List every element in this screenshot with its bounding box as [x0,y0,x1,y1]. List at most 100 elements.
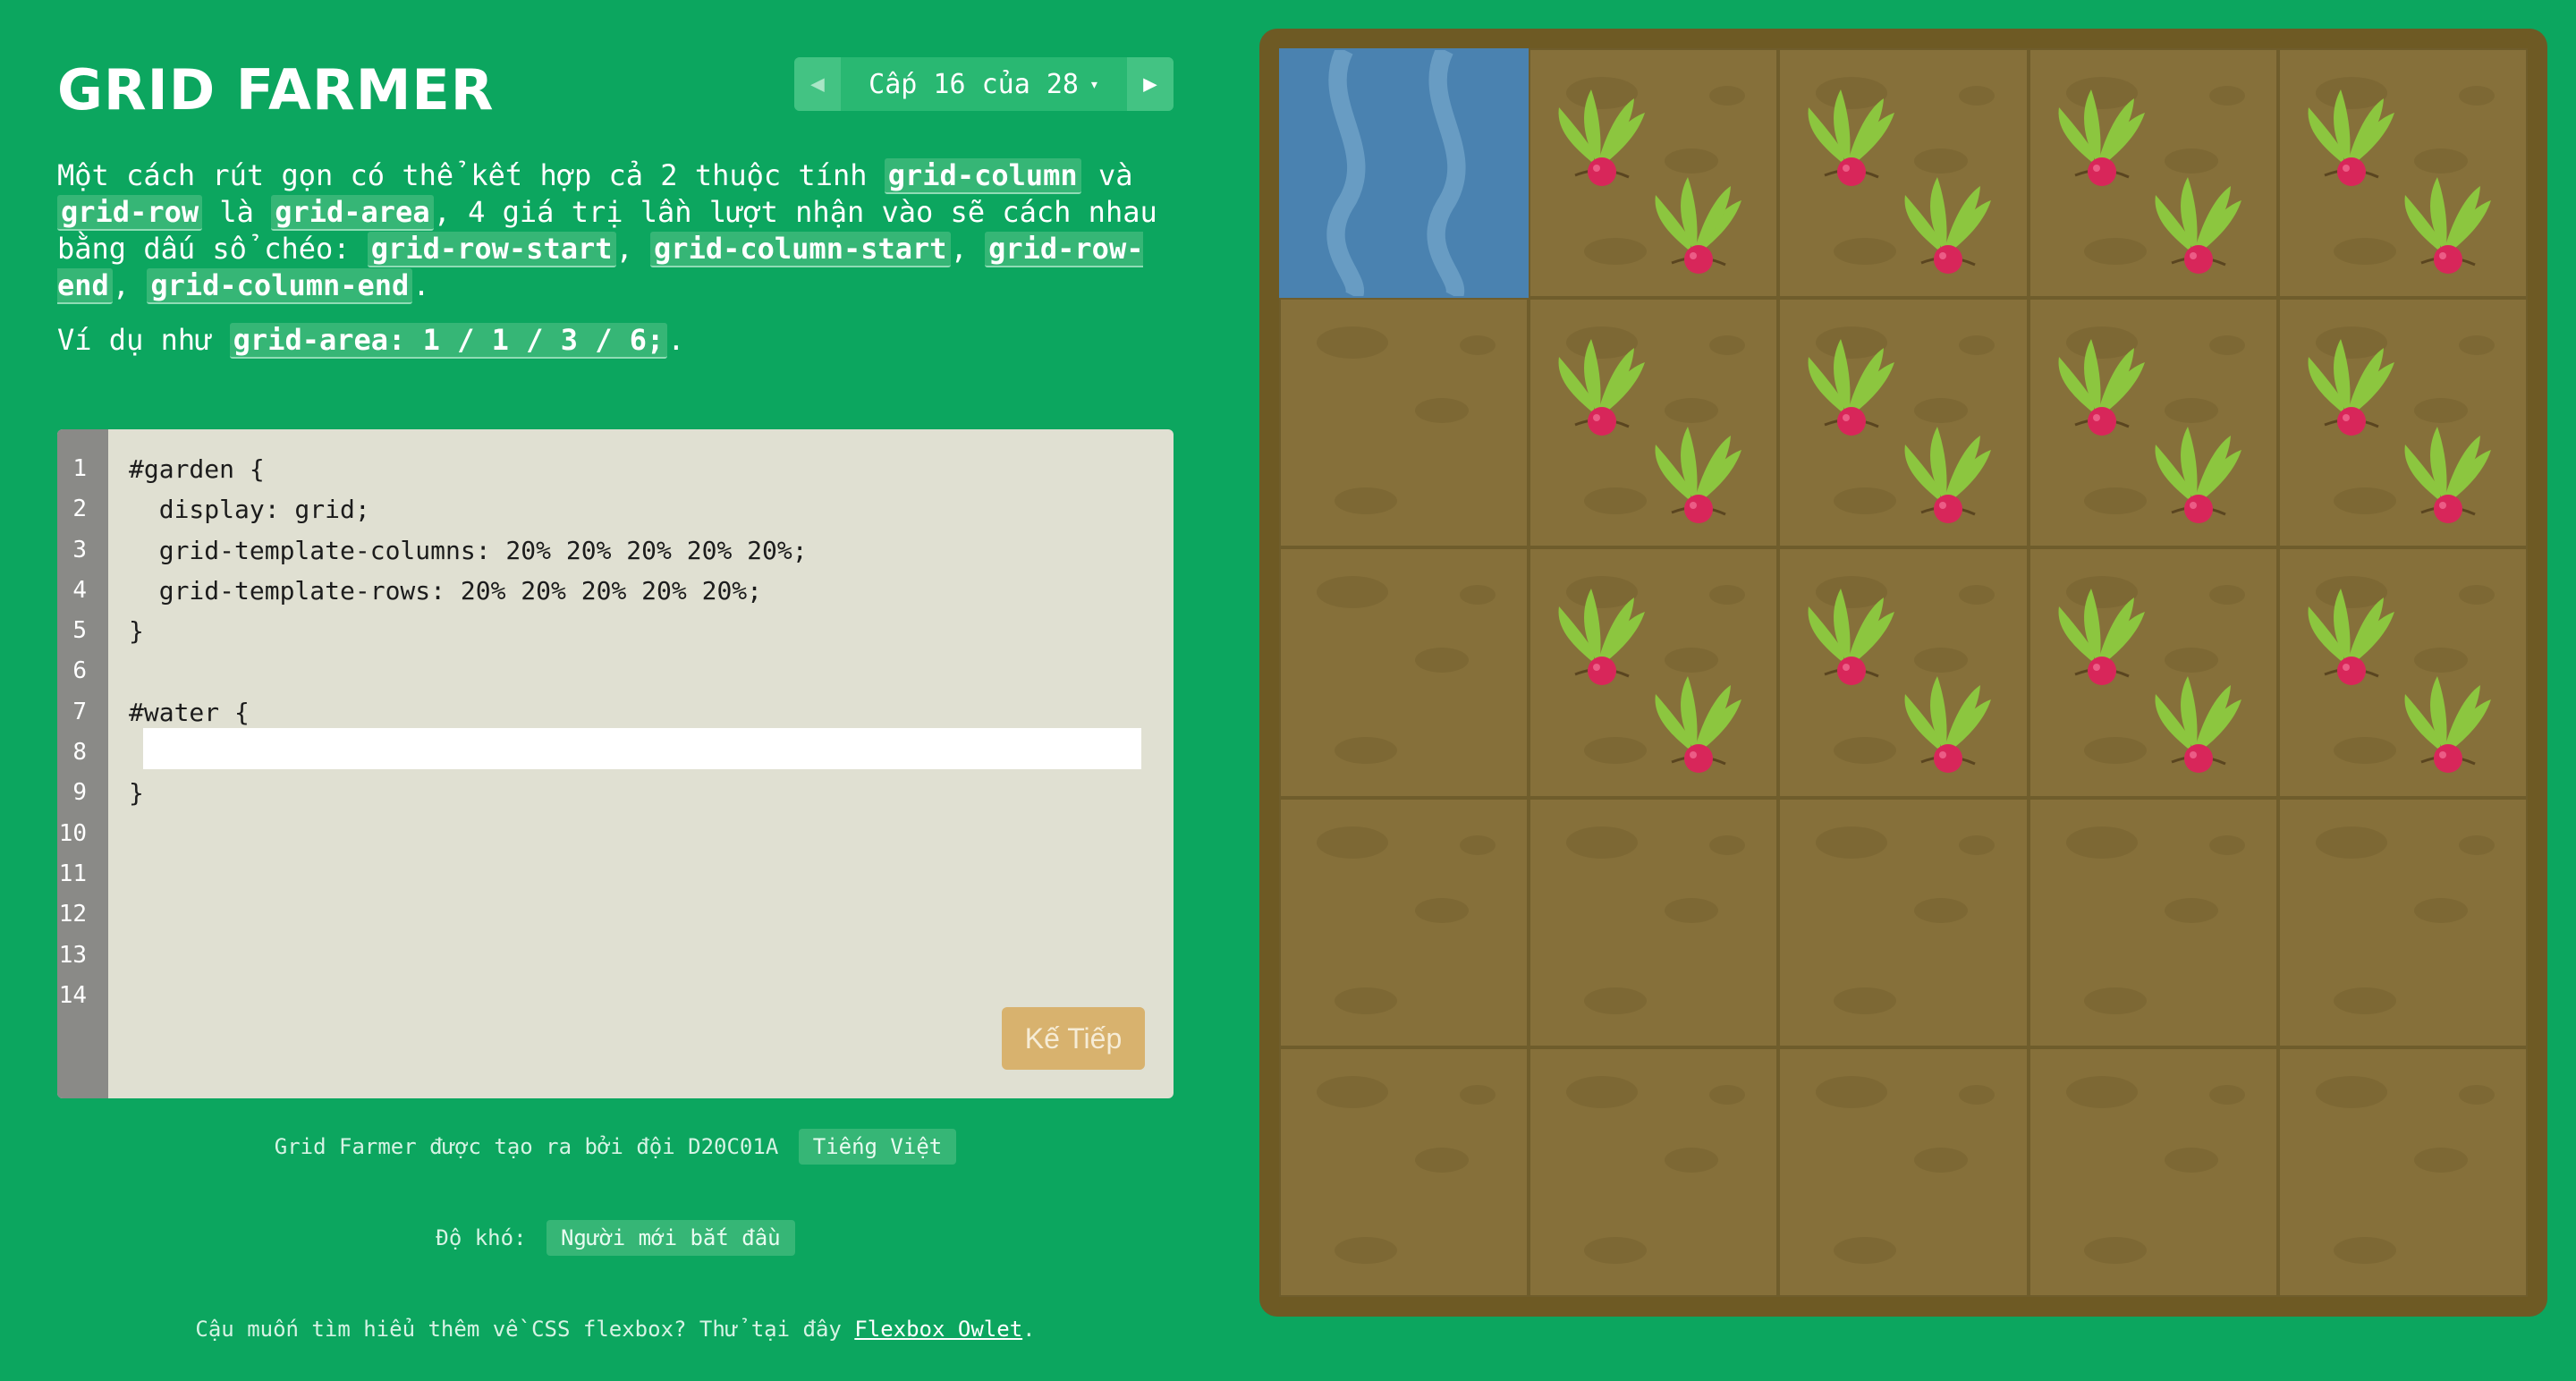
triangle-left-icon: ◀ [810,71,825,97]
soil-pebble [2208,585,2245,606]
soil-pebble [1834,1236,1897,1264]
radish-icon [2136,156,2261,281]
soil-pebble [2458,585,2495,606]
garden-cell [1529,48,1779,299]
code-grid-row-start: grid-row-start [367,232,616,267]
line-number: 1 [72,455,87,482]
soil-pebble [1816,826,1888,859]
garden-cell [1778,48,2029,299]
radish-icon [1885,655,2011,780]
soil-pebble [1317,576,1388,609]
code-line: } [129,616,144,647]
garden-cell [2028,298,2278,548]
garden-cell [1529,797,1779,1047]
soil-pebble [1709,835,1746,855]
soil-pebble [1665,1147,1719,1173]
soil-pebble [1415,398,1469,424]
level-navigation: ◀ Cấp 16 của 28 ▾ ▶ [794,57,1174,111]
soil-pebble [1709,86,1746,106]
soil-pebble [1317,1075,1388,1108]
garden-cell [1529,298,1779,548]
line-number-gutter: 1 2 3 4 5 6 7 8 9 10 11 12 13 14 [57,429,108,1098]
garden-cell [2277,298,2528,548]
soil-pebble [1415,648,1469,674]
code-example: grid-area: 1 / 1 / 3 / 6; [229,323,668,359]
soil-pebble [2315,826,2387,859]
soil-pebble [1566,1075,1639,1108]
soil-pebble [1415,1147,1469,1173]
line-number: 8 [72,739,87,767]
soil-pebble [1665,897,1719,923]
soil-pebble [2083,1236,2147,1264]
line-number: 14 [58,981,87,1009]
difficulty-badge[interactable]: Người mới bắt đầu [546,1220,795,1256]
garden-cell [2028,48,2278,299]
flexbox-text: Cậu muốn tìm hiểu thêm về CSS flexbox? T… [195,1317,855,1342]
radish-icon [1636,405,1761,530]
instructions-paragraph-2: Ví dụ như grid-area: 1 / 1 / 3 / 6;. [57,323,685,359]
soil-pebble [1460,585,1496,606]
soil-pebble [1335,987,1397,1014]
line-number: 5 [72,617,87,645]
line-number: 13 [58,941,87,969]
prev-level-button[interactable]: ◀ [794,57,841,111]
water-cell [1279,48,1530,299]
garden-board [1259,29,2547,1317]
level-selector[interactable]: Cấp 16 của 28 ▾ [841,57,1127,111]
soil-pebble [2413,1147,2468,1173]
code-line: grid-template-columns: 20% 20% 20% 20% 2… [129,535,808,565]
garden-cell [2028,1046,2278,1297]
caret-down-icon: ▾ [1089,74,1099,94]
triangle-right-icon: ▶ [1143,71,1157,97]
code-grid-row: grid-row [57,195,203,231]
soil-pebble [2208,835,2245,855]
line-number: 3 [72,536,87,563]
radish-icon [2385,655,2511,780]
garden-cell [1529,1046,1779,1297]
next-level-button[interactable]: ▶ [1127,57,1174,111]
soil-pebble [2458,335,2495,356]
soil-pebble [1335,737,1397,765]
garden-cell [2277,1046,2528,1297]
css-input[interactable] [143,728,1141,769]
code-line: #water { [129,697,250,727]
soil-pebble [2208,335,2245,356]
soil-pebble [1959,835,1996,855]
code-line: #garden { [129,454,265,484]
soil-pebble [1460,335,1496,356]
soil-pebble [2333,987,2396,1014]
radish-icon [1885,405,2011,530]
soil-pebble [2164,897,2218,923]
garden-cell [1778,797,2029,1047]
soil-pebble [2315,1075,2387,1108]
soil-pebble [2458,835,2495,855]
level-label: Cấp 16 của 28 [869,68,1079,100]
soil-pebble [1460,835,1496,855]
radish-icon [1636,156,1761,281]
flexbox-promo: Cậu muốn tìm hiểu thêm về CSS flexbox? T… [195,1317,1036,1342]
code-line: grid-template-rows: 20% 20% 20% 20% 20%; [129,575,763,606]
soil-pebble [1709,585,1746,606]
soil-pebble [1816,1075,1888,1108]
line-number: 12 [58,901,87,928]
radish-icon [1885,156,2011,281]
soil-pebble [1566,826,1639,859]
garden-grid [1279,48,2528,1297]
garden-cell [1778,298,2029,548]
soil-pebble [1709,335,1746,356]
language-selector[interactable]: Tiếng Việt [798,1129,957,1165]
next-button[interactable]: Kế Tiếp [1002,1007,1145,1070]
flexbox-owlet-link[interactable]: Flexbox Owlet [854,1317,1022,1342]
soil-pebble [2458,1084,2495,1105]
soil-pebble [1959,1084,1996,1105]
app-title: GRID FARMER [57,57,495,123]
radish-icon [2385,156,2511,281]
soil-pebble [2164,1147,2218,1173]
code-editor: 1 2 3 4 5 6 7 8 9 10 11 12 13 14 #garden { display: g… [57,429,1174,1098]
soil-pebble [1415,897,1469,923]
code-grid-column: grid-column [884,158,1081,194]
garden-cell [2277,48,2528,299]
garden-cell [2028,547,2278,798]
soil-pebble [1914,897,1969,923]
